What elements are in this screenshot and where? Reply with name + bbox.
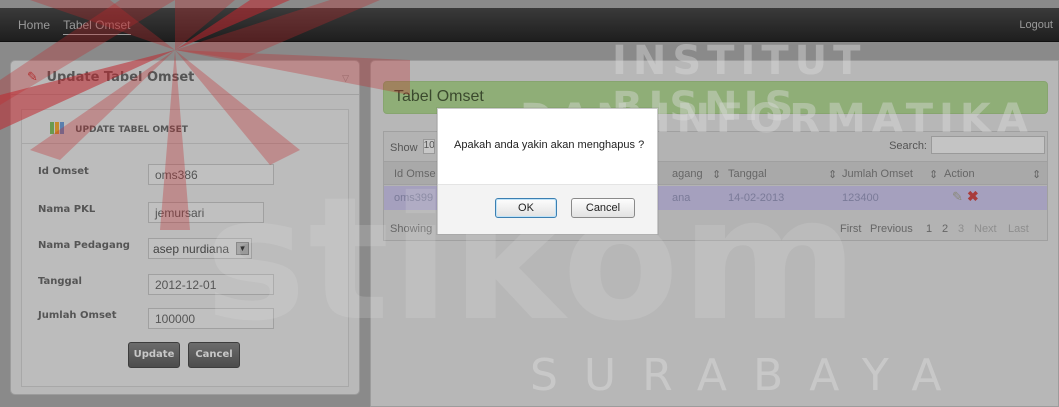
confirm-dialog: Apakah anda yakin akan menghapus ? OK Ca… [437, 108, 658, 234]
dialog-message: Apakah anda yakin akan menghapus ? [454, 139, 645, 151]
watermark-city: SURABAYA [530, 350, 968, 401]
dialog-ok-button[interactable]: OK [495, 198, 557, 218]
dialog-cancel-button[interactable]: Cancel [571, 198, 635, 218]
